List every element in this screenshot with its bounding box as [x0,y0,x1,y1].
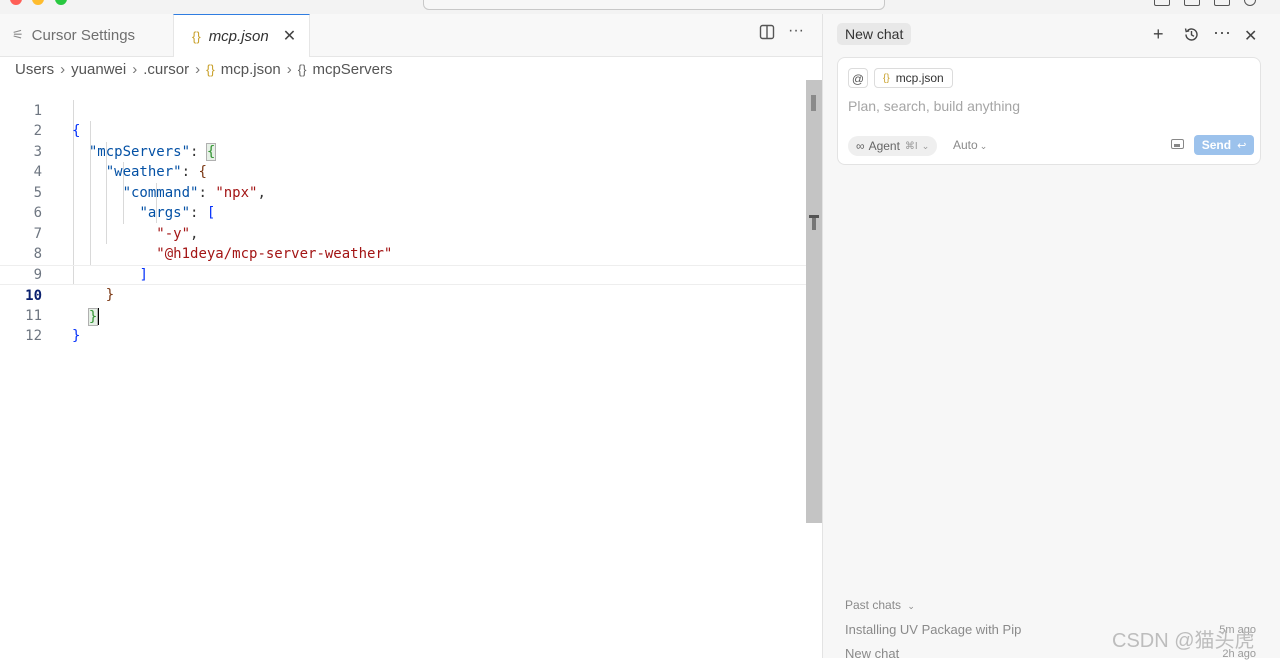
more-actions-icon[interactable]: ··· [788,22,804,40]
breadcrumb-item[interactable]: mcp.json [221,61,281,78]
code-editor[interactable]: 1 { 2 "mcpServers": { 3 "weather": { 4 "… [0,80,806,658]
code-line-current: 10 } [0,264,806,326]
code-line: 12 [0,306,806,344]
past-chats-toggle[interactable]: Past chats ⌄ [845,598,915,612]
chevron-down-icon: ⌄ [921,140,930,151]
editor-tab-bar: ⚟ Cursor Settings {} mcp.json ✕ ··· [0,14,822,57]
agent-mode-select[interactable]: ∞ Agent ⌘I ⌄ [848,136,938,156]
past-chat-item[interactable]: Installing UV Package with Pip [845,622,1021,637]
infinity-icon: ∞ [856,139,865,153]
past-chats-label: Past chats [845,598,902,612]
line-number: 12 [25,328,42,344]
chevron-right-icon: › [60,60,66,78]
code-line: 4 "command": "npx", [0,142,806,201]
chevron-down-icon: ⌄ [907,601,915,611]
command-search-bar[interactable] [423,0,885,10]
chevron-right-icon: › [132,60,138,78]
breadcrumb-item[interactable]: mcpServers [312,61,392,78]
editor-scrollbar[interactable] [806,80,822,523]
chevron-down-icon: ⌄ [979,141,988,151]
scrollbar-thumb[interactable] [811,95,816,111]
chat-input[interactable]: Plan, search, build anything [848,98,1020,114]
code-line: 3 "weather": { [0,121,806,181]
sliders-icon: ⚟ [12,27,24,42]
close-icon[interactable]: ✕ [283,26,296,46]
close-icon[interactable]: ✕ [1244,26,1257,46]
settings-gear-icon[interactable] [1244,0,1256,6]
breadcrumb-item[interactable]: .cursor [143,61,189,78]
return-icon: ↩ [1237,139,1247,152]
agent-label: Agent [868,139,900,153]
send-button[interactable]: Send ↩ [1194,135,1254,155]
window-titlebar [0,0,1280,14]
code-line: 5 "args": [ [0,162,806,222]
send-label: Send [1201,138,1232,152]
object-braces-icon: {} [297,61,307,77]
sidebar-icon[interactable] [1214,0,1230,6]
code-line: 7 "@h1deya/mcp-server-weather" [0,203,806,263]
split-editor-icon[interactable] [759,24,775,45]
code-line: 8 ] [0,224,806,283]
tab-mcp-json[interactable]: {} mcp.json ✕ [173,14,310,57]
add-context-button[interactable]: @ [848,68,868,88]
cursor-position-marker [812,218,816,230]
watermark: CSDN @猫头虎 [1112,630,1255,652]
tab-label: Cursor Settings [31,26,136,44]
past-chat-item[interactable]: New chat [845,646,899,661]
panel-icon[interactable] [1184,0,1200,6]
json-braces-icon: {} [883,72,890,84]
code-line: 6 "-y", [0,183,806,242]
context-file-pill[interactable]: {} mcp.json [874,68,953,88]
tab-new-chat[interactable]: New chat [837,23,912,45]
close-window-button[interactable] [10,0,22,5]
context-file-name: mcp.json [895,71,944,85]
minimize-window-button[interactable] [32,0,44,5]
json-braces-icon: {} [206,61,215,77]
tab-label: mcp.json [208,27,269,45]
breadcrumb-item[interactable]: yuanwei [71,61,126,78]
history-icon[interactable] [1183,26,1200,48]
code-line: 2 "mcpServers": { [0,101,806,161]
code-line: 11 } [0,285,806,345]
model-select[interactable]: Auto ⌄ [953,138,987,152]
chat-panel: New chat + ··· ✕ @ {} mcp.json Plan, sea… [823,14,1280,661]
chat-composer[interactable]: @ {} mcp.json Plan, search, build anythi… [837,57,1261,165]
zoom-window-button[interactable] [55,0,67,5]
code-line: 1 { [0,80,806,140]
tab-cursor-settings[interactable]: ⚟ Cursor Settings [0,14,173,56]
model-label: Auto [953,138,978,152]
chevron-right-icon: › [286,60,292,78]
breadcrumb-item[interactable]: Users [15,61,54,78]
json-brace: } [72,328,81,344]
json-braces-icon: {} [192,28,201,44]
image-attach-icon[interactable] [1171,139,1184,149]
code-line: 9 } [0,244,806,304]
more-icon[interactable]: ··· [1213,22,1231,43]
breadcrumb: Users › yuanwei › .cursor › {} mcp.json … [15,60,393,78]
shortcut-label: ⌘I [904,140,918,152]
layout-icon[interactable] [1154,0,1170,6]
plus-icon[interactable]: + [1153,24,1164,45]
chevron-right-icon: › [195,60,201,78]
